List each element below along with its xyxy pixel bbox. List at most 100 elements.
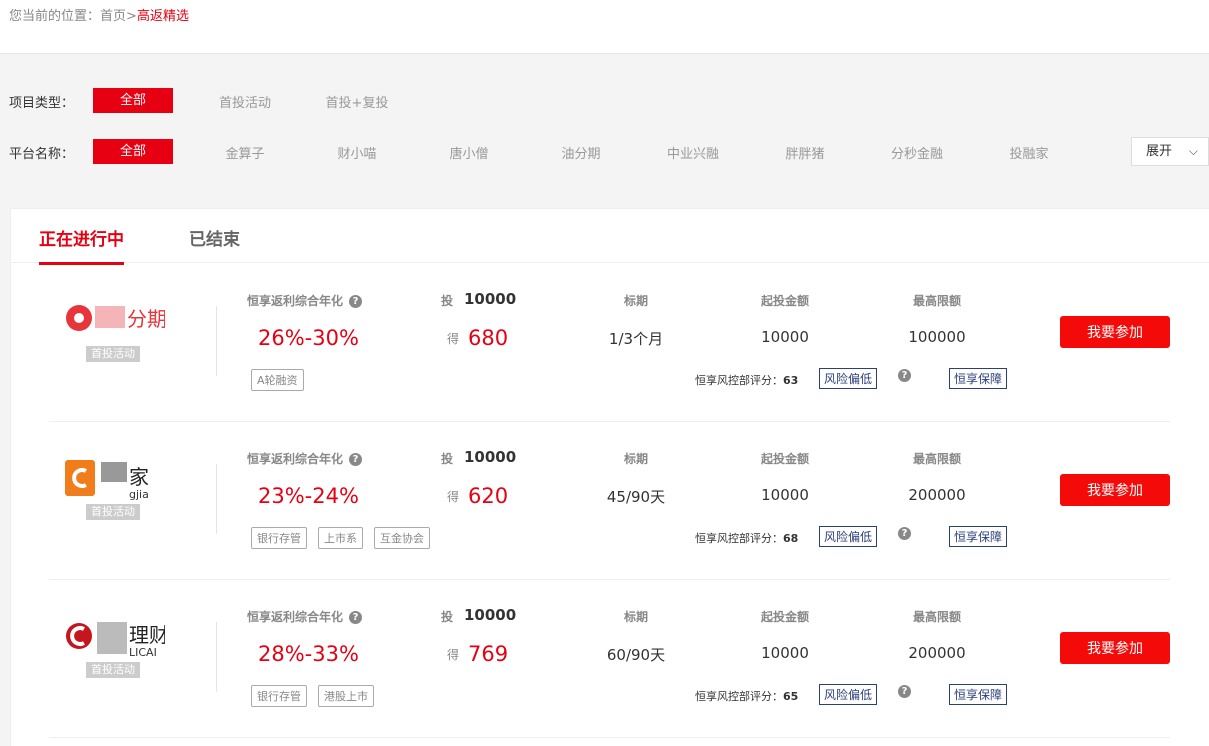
platform-option-3[interactable]: 唐小僧 xyxy=(429,143,509,162)
risk-score-label: 恒享风控部评分： xyxy=(695,374,783,387)
min-invest-value: 10000 xyxy=(761,644,809,662)
term-value: 1/3个月 xyxy=(608,330,664,348)
activity-badge: 首投活动 xyxy=(86,662,140,678)
platform-logo-text: 分期 xyxy=(127,307,165,331)
platform-label: 平台名称： xyxy=(9,147,75,162)
platform-option-7[interactable]: 分秒金融 xyxy=(877,143,957,162)
get-amount: 680 xyxy=(468,326,509,350)
feature-tag: 银行存管 xyxy=(251,527,307,549)
platform-logo-subtext: LICAI xyxy=(129,646,157,659)
project-type-filter: 项目类型： 全部 首投活动 首投+复投 xyxy=(0,88,1209,114)
tab-ended[interactable]: 已结束 xyxy=(189,225,240,262)
platform-option-1[interactable]: 金算子 xyxy=(205,143,285,162)
risk-score-value: 68 xyxy=(783,532,799,545)
breadcrumb-home-link[interactable]: 首页 xyxy=(100,9,126,24)
max-limit-value: 200000 xyxy=(908,644,966,662)
question-icon[interactable]: ? xyxy=(349,295,363,308)
rate-label: 恒享返利综合年化? xyxy=(247,292,363,309)
question-icon[interactable]: ? xyxy=(898,685,911,698)
annual-rate: 28%-33% xyxy=(258,642,359,666)
platform-logo: 理财 LICAI xyxy=(65,610,169,666)
invest-label: 投 xyxy=(441,452,454,466)
min-invest-label: 起投金额 xyxy=(760,294,809,308)
divider xyxy=(216,622,217,692)
tab-ongoing[interactable]: 正在进行中 xyxy=(39,225,124,265)
breadcrumb-current: 高返精选 xyxy=(136,9,189,24)
get-amount: 620 xyxy=(468,484,509,508)
invest-amount: 10000 xyxy=(464,448,517,466)
platform-logo-graphic: 分期 xyxy=(66,305,167,331)
expand-label: 展开 xyxy=(1146,144,1173,159)
question-icon[interactable]: ? xyxy=(898,369,911,382)
max-limit-value: 200000 xyxy=(908,486,966,504)
status-tabs: 正在进行中 已结束 xyxy=(11,209,1209,265)
type-option-first-invest[interactable]: 首投活动 xyxy=(205,92,285,111)
risk-score: 恒享风控部评分：63 xyxy=(695,372,798,388)
project-type-label: 项目类型： xyxy=(9,96,75,111)
breadcrumb-prefix: 您当前的位置： xyxy=(9,9,101,24)
platform-option-all[interactable]: 全部 xyxy=(93,139,173,164)
platform-option-5[interactable]: 中业兴融 xyxy=(653,143,733,162)
guarantee-tag[interactable]: 恒享保障 xyxy=(949,684,1008,705)
expand-dropdown[interactable]: 展开 ⌵ xyxy=(1131,137,1209,166)
annual-rate: 26%-30% xyxy=(258,326,359,350)
min-invest-label: 起投金额 xyxy=(760,610,809,624)
rate-label: 恒享返利综合年化? xyxy=(247,450,363,467)
term-label: 标期 xyxy=(623,294,648,308)
filter-area: 项目类型： 全部 首投活动 首投+复投 平台名称： 全部 金算子 财小喵 唐小僧… xyxy=(0,53,1209,746)
platform-option-6[interactable]: 胖胖猪 xyxy=(765,143,845,162)
breadcrumb-separator: > xyxy=(126,9,137,24)
rate-label: 恒享返利综合年化? xyxy=(247,608,363,625)
question-icon[interactable]: ? xyxy=(898,527,911,540)
risk-score-label: 恒享风控部评分： xyxy=(695,690,783,703)
question-icon[interactable]: ? xyxy=(349,453,363,466)
max-limit-value: 100000 xyxy=(908,328,966,346)
platform-logo: 家 gjia xyxy=(65,452,165,508)
type-option-all[interactable]: 全部 xyxy=(93,88,173,113)
platform-filter: 平台名称： 全部 金算子 财小喵 唐小僧 油分期 中业兴融 胖胖猪 分秒金融 投… xyxy=(0,137,1209,166)
platform-logo-subtext: gjia xyxy=(129,488,149,501)
rate-label-text: 恒享返利综合年化 xyxy=(247,294,344,308)
activity-badge: 首投活动 xyxy=(86,346,140,362)
feature-tag: 上市系 xyxy=(318,527,363,549)
join-button[interactable]: 我要参加 xyxy=(1060,632,1170,664)
feature-tag: 互金协会 xyxy=(374,527,430,549)
risk-score: 恒享风控部评分：65 xyxy=(695,688,798,704)
guarantee-tag[interactable]: 恒享保障 xyxy=(949,368,1008,389)
product-panel: 正在进行中 已结束 分期 首投活动 恒享返利综合年化? 26%-30% A轮融资… xyxy=(10,208,1209,746)
join-button[interactable]: 我要参加 xyxy=(1060,474,1170,506)
risk-score: 恒享风控部评分：68 xyxy=(695,530,798,546)
min-invest-value: 10000 xyxy=(761,486,809,504)
feature-tag: A轮融资 xyxy=(251,369,304,391)
max-limit-label: 最高限额 xyxy=(912,610,961,624)
min-invest-label: 起投金额 xyxy=(760,452,809,466)
type-option-first-and-reinvest[interactable]: 首投+复投 xyxy=(317,92,397,111)
term-value: 45/90天 xyxy=(606,488,666,506)
annual-rate: 23%-24% xyxy=(258,484,359,508)
product-row: 分期 首投活动 恒享返利综合年化? 26%-30% A轮融资 投 10000 得… xyxy=(49,264,1170,422)
divider xyxy=(216,306,217,376)
join-button[interactable]: 我要参加 xyxy=(1060,316,1170,348)
invest-label: 投 xyxy=(441,294,454,308)
platform-option-4[interactable]: 油分期 xyxy=(541,143,621,162)
term-value: 60/90天 xyxy=(606,646,666,664)
breadcrumb: 您当前的位置：首页>高返精选 xyxy=(9,5,189,24)
rate-label-text: 恒享返利综合年化 xyxy=(247,610,344,624)
platform-logo-text: 理财 xyxy=(129,623,165,647)
feature-tag: 港股上市 xyxy=(318,685,374,707)
platform-logo: 分期 xyxy=(65,294,167,350)
guarantee-tag[interactable]: 恒享保障 xyxy=(949,526,1008,547)
max-limit-label: 最高限额 xyxy=(912,452,961,466)
risk-low-tag: 风险偏低 xyxy=(819,368,878,389)
platform-option-2[interactable]: 财小喵 xyxy=(317,143,397,162)
platform-logo-graphic: 理财LICAI xyxy=(66,622,169,659)
rate-label-text: 恒享返利综合年化 xyxy=(247,452,344,466)
activity-badge: 首投活动 xyxy=(86,504,140,520)
question-icon[interactable]: ? xyxy=(349,611,363,624)
risk-score-value: 63 xyxy=(783,374,799,387)
invest-label: 投 xyxy=(441,610,454,624)
platform-logo-text: 家 xyxy=(129,465,149,489)
platform-logo-graphic: 家gjia xyxy=(65,460,149,501)
divider xyxy=(216,464,217,534)
platform-option-8[interactable]: 投融家 xyxy=(989,143,1069,162)
